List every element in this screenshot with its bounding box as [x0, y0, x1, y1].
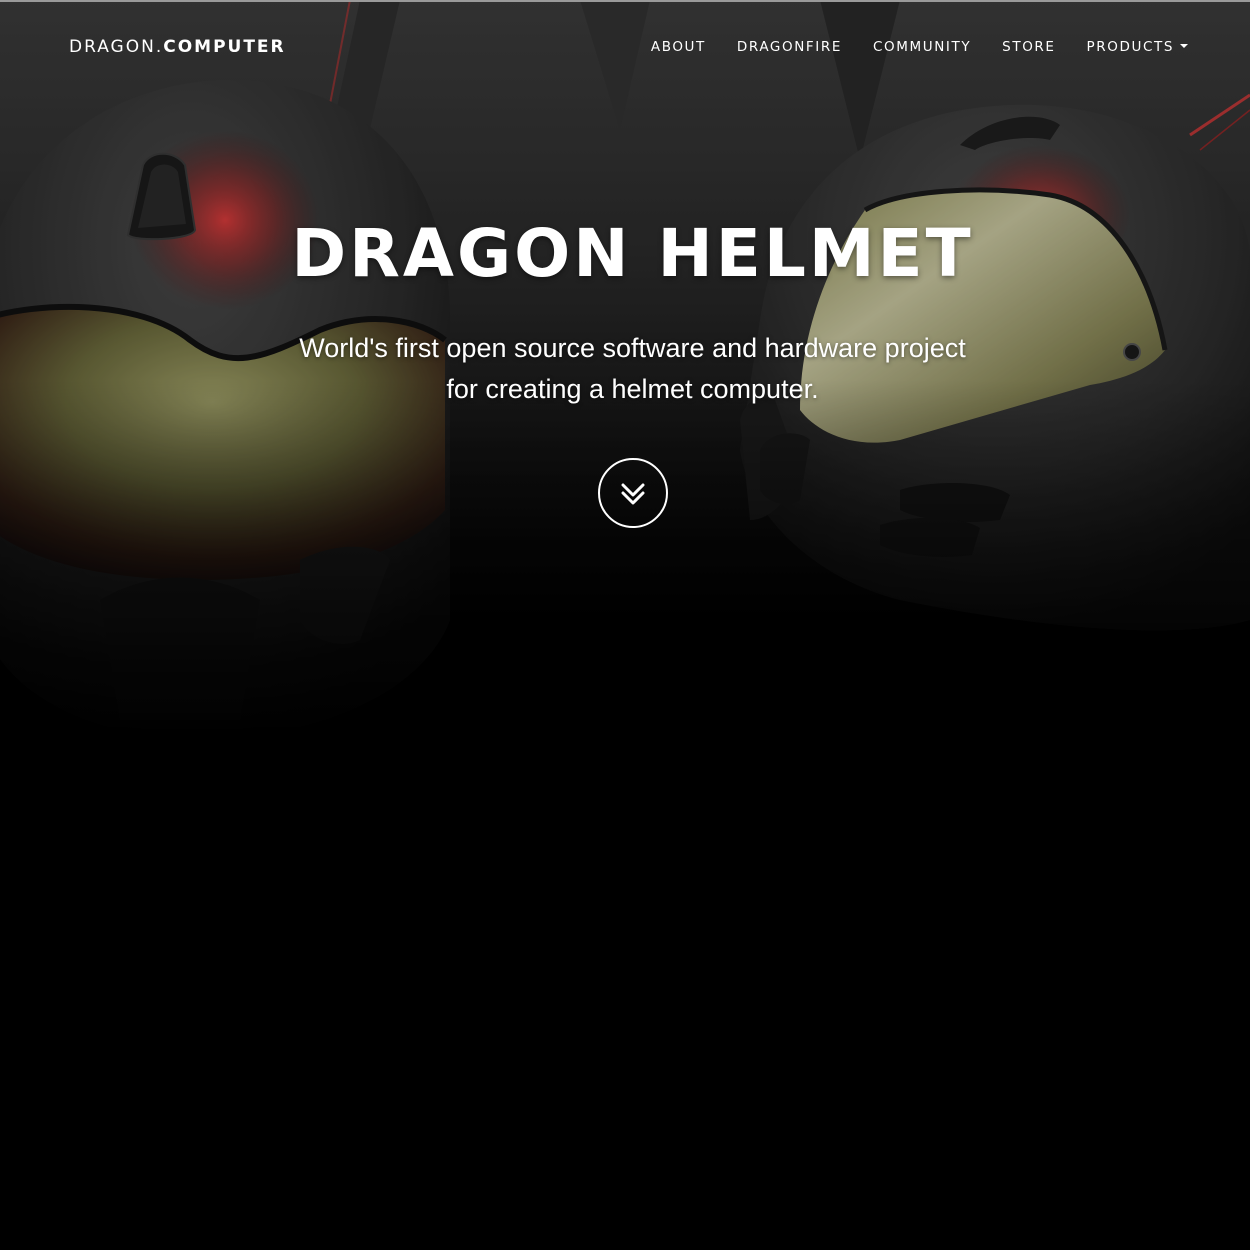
hero-subtitle-line-1: World's first open source software and h… — [299, 333, 966, 363]
page: DRAGON.COMPUTER ABOUT DRAGONFIRE COMMUNI… — [0, 0, 1250, 1250]
brand-logo-link[interactable]: DRAGON.COMPUTER — [69, 36, 286, 58]
hero-subtitle: World's first open source software and h… — [0, 328, 1250, 410]
nav-item-community[interactable]: COMMUNITY — [857, 38, 986, 56]
nav-item-about[interactable]: ABOUT — [635, 38, 721, 56]
hero-title: DRAGON HELMET — [291, 215, 974, 292]
scroll-down-button[interactable] — [598, 458, 668, 528]
hero-section: DRAGON.COMPUTER ABOUT DRAGONFIRE COMMUNI… — [0, 0, 1250, 760]
nav-item-products-dropdown[interactable]: PRODUCTS — [1071, 38, 1188, 56]
window-top-edge — [0, 0, 1250, 2]
navbar: DRAGON.COMPUTER ABOUT DRAGONFIRE COMMUNI… — [0, 0, 1250, 94]
nav-item-dragonfire[interactable]: DRAGONFIRE — [721, 38, 857, 56]
brand-name-bold: COMPUTER — [163, 37, 286, 57]
hero-subtitle-line-2: for creating a helmet computer. — [446, 374, 819, 404]
nav-item-products-label: PRODUCTS — [1086, 39, 1174, 55]
nav-item-store[interactable]: STORE — [987, 38, 1071, 56]
page-body-area — [0, 760, 1250, 1250]
caret-down-icon — [1180, 44, 1188, 48]
double-chevron-down-icon — [621, 483, 645, 505]
brand-name-thin: DRAGON. — [69, 37, 164, 57]
nav-menu: ABOUT DRAGONFIRE COMMUNITY STORE PRODUCT… — [635, 38, 1188, 56]
